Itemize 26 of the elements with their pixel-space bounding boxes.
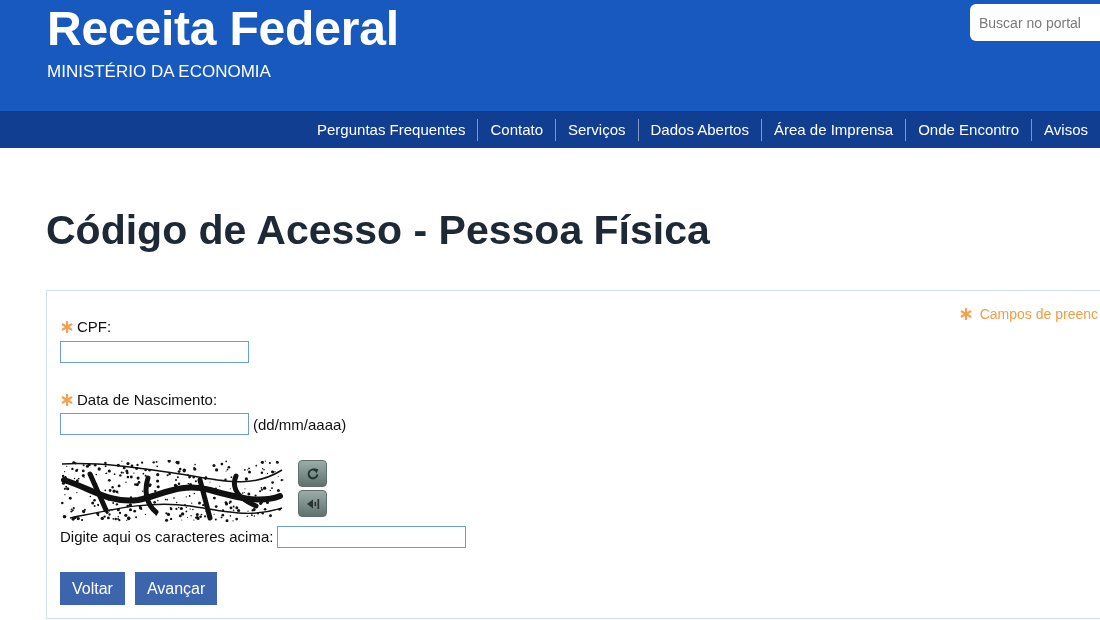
nav-link[interactable]: Contato (478, 119, 555, 140)
form-button[interactable]: Avançar (134, 572, 218, 605)
captcha-input[interactable] (277, 526, 467, 548)
site-title: Receita Federal (47, 5, 399, 53)
format-hint: (dd/mm/aaaa) (253, 415, 347, 433)
field-label: Data de Nascimento: (77, 390, 218, 410)
field-label: CPF: (77, 317, 112, 337)
nav-link[interactable]: Perguntas Frequentes (305, 119, 478, 140)
nav-link[interactable]: Onde Encontro (906, 119, 1032, 140)
asterisk-icon (959, 308, 972, 320)
required-note: Campos de preenc (979, 305, 1098, 323)
site-subtitle: MINISTÉRIO DA ECONOMIA (47, 62, 271, 82)
nav-link[interactable]: Serviços (556, 119, 638, 140)
refresh-button[interactable] (298, 460, 327, 487)
nav-link[interactable]: Avisos (1032, 119, 1100, 140)
nav-link[interactable]: Dados Abertos (638, 119, 761, 140)
captcha-label: Digite aqui os caracteres acima: (60, 527, 274, 547)
search-field[interactable]: Buscar no portal (970, 4, 1100, 41)
nav-link[interactable]: Área de Imprensa (761, 119, 906, 140)
page-title: Código de Acesso - Pessoa Física (46, 206, 710, 254)
audio-button[interactable] (298, 490, 327, 517)
input-field[interactable] (60, 341, 249, 363)
input-field[interactable] (60, 413, 249, 435)
form-button[interactable]: Voltar (60, 572, 125, 605)
speaker-icon (305, 496, 320, 511)
refresh-icon (305, 466, 320, 481)
